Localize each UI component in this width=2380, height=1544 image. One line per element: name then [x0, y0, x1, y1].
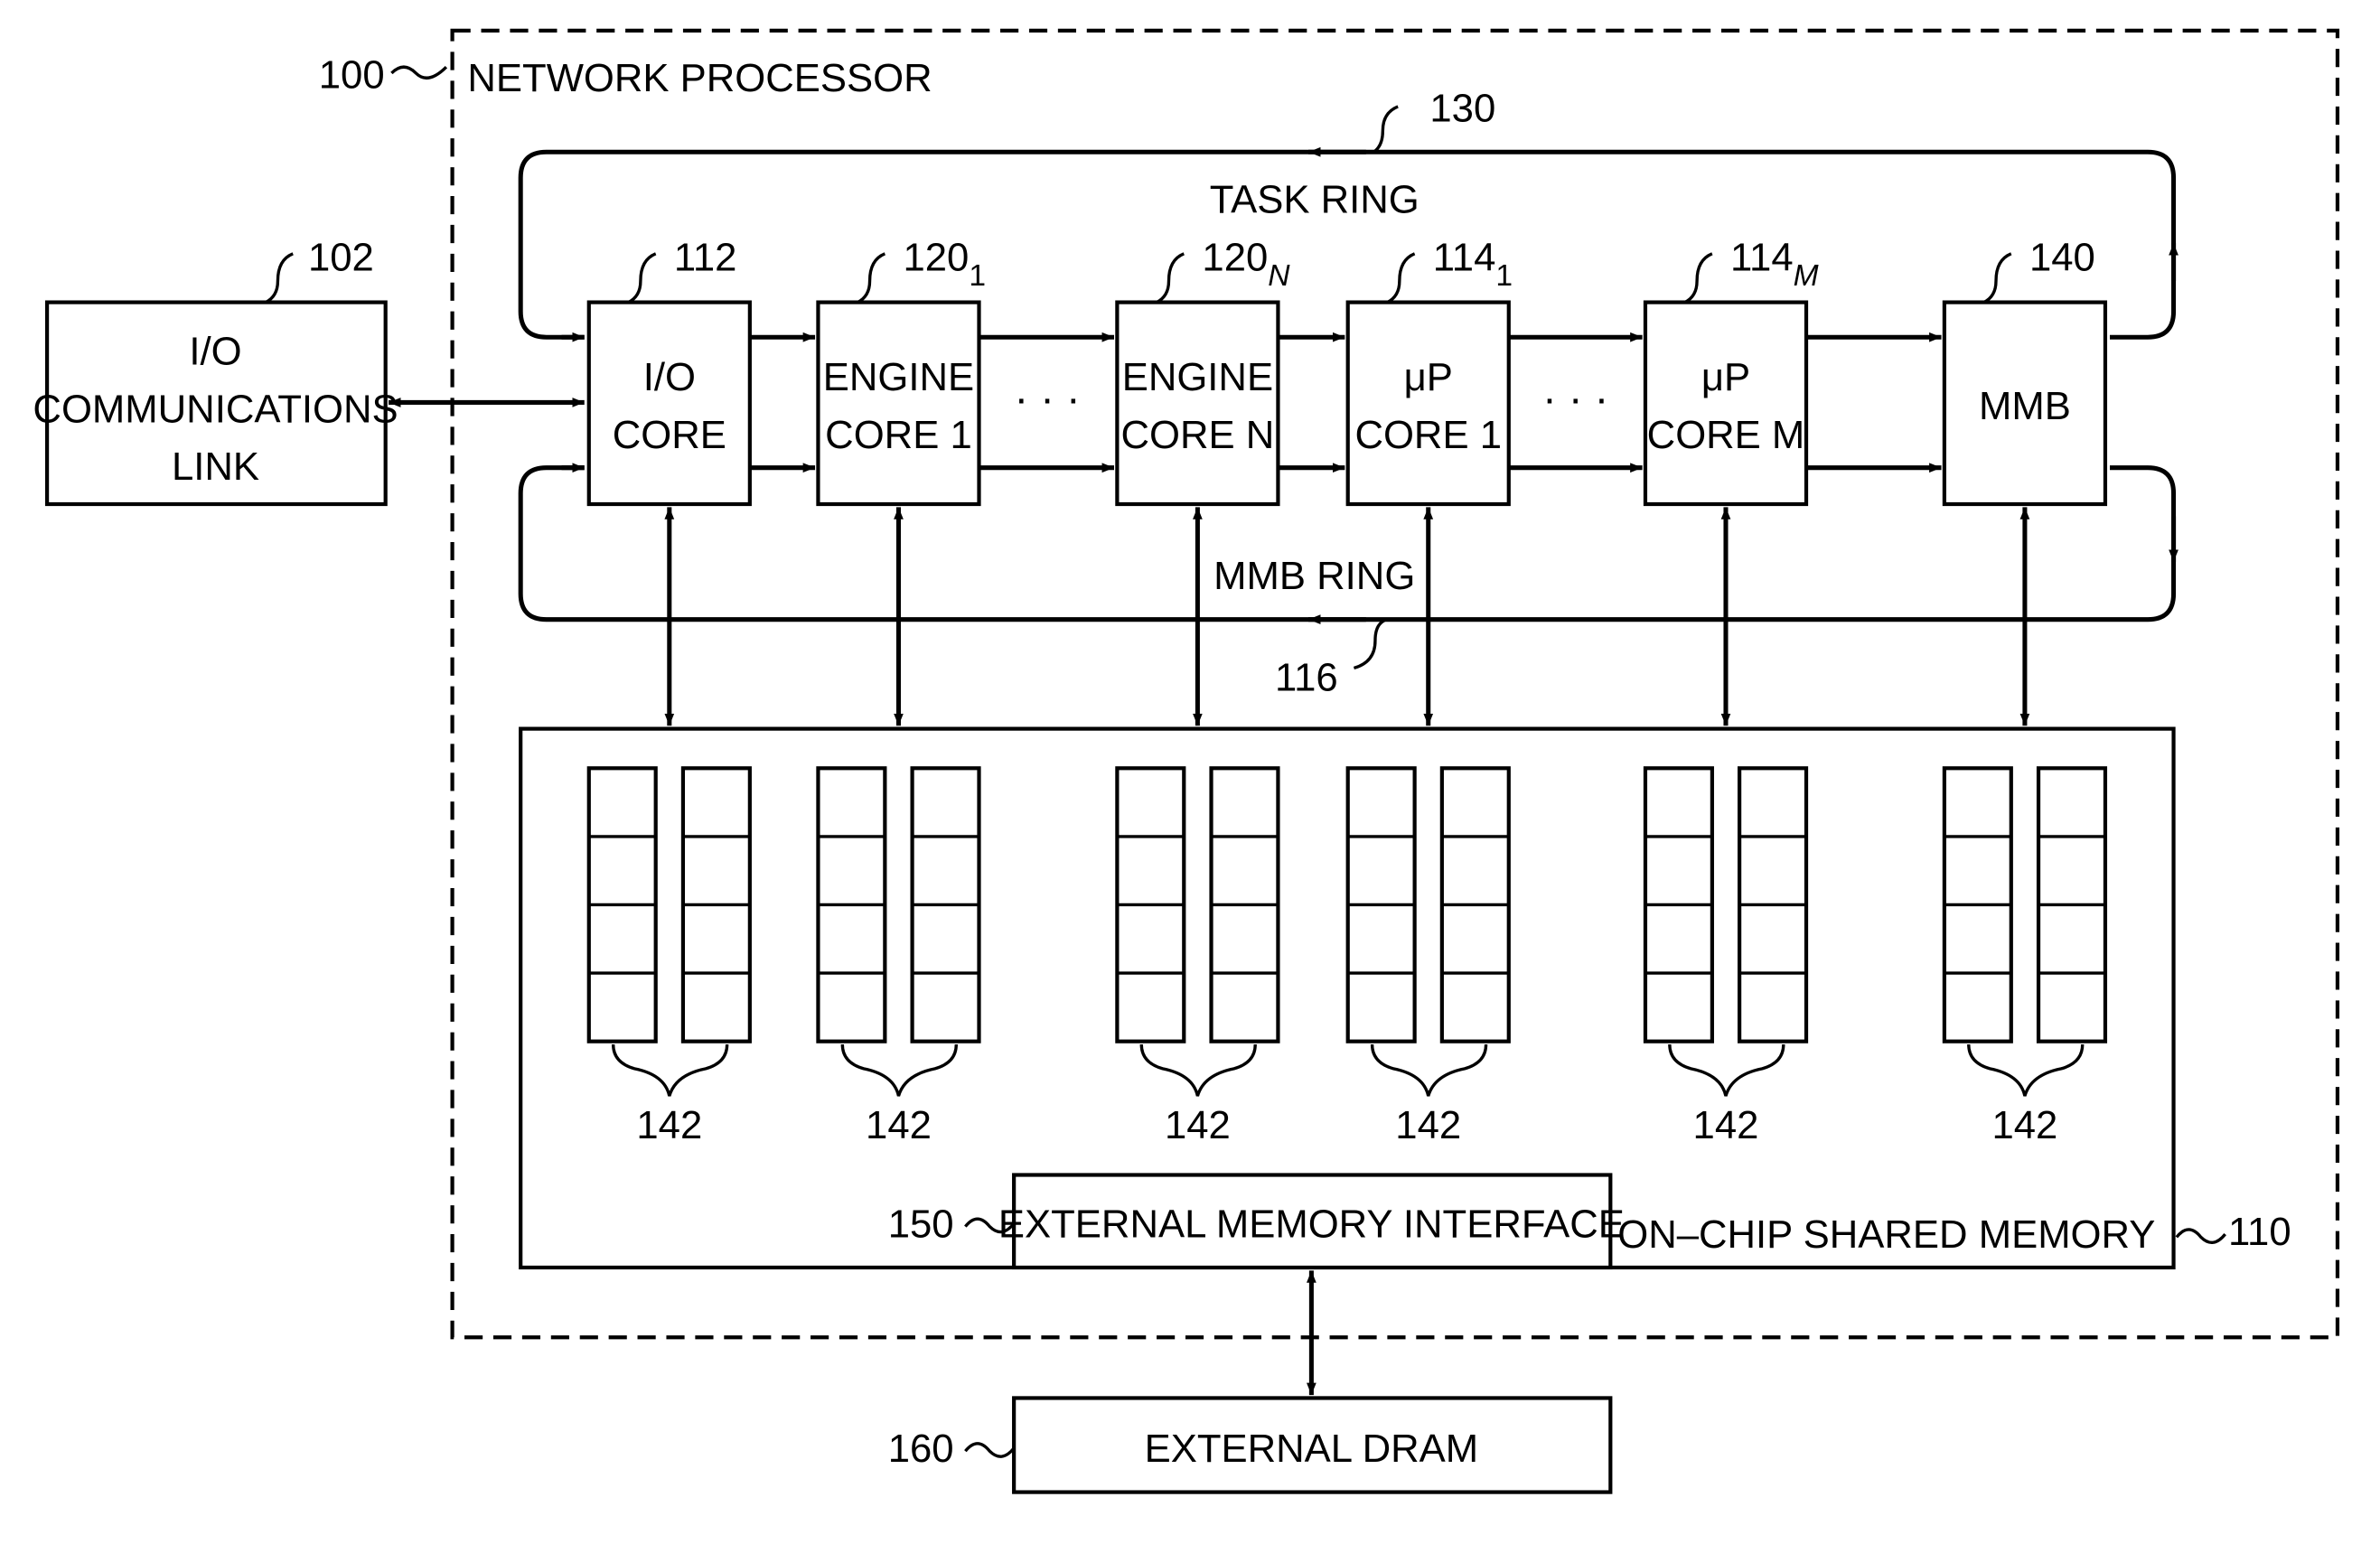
core-block: μP CORE 1 1141 — [1345, 235, 1643, 507]
core-label-line: CORE 1 — [825, 413, 972, 457]
leader-110 — [2175, 1228, 2226, 1244]
ref-116: 116 — [1275, 656, 1338, 700]
queue-column — [816, 766, 887, 1043]
queue-column — [1439, 766, 1511, 1043]
core-ref-subscript: N — [1268, 259, 1290, 293]
queue-ref-142: 142 — [1395, 1103, 1461, 1147]
core-label-line: MMB — [1979, 384, 2071, 428]
core-box — [1643, 300, 1809, 507]
ext-dram-label: EXTERNAL DRAM — [1145, 1427, 1479, 1471]
io-communications-link-block: I/O COMMUNICATIONS LINK 102 — [33, 235, 398, 507]
ref-100: 100 — [319, 53, 385, 98]
core-box — [586, 300, 752, 507]
ref-130: 130 — [1429, 87, 1495, 131]
core-leader — [1386, 252, 1416, 304]
core-block: MMB 140 — [1942, 235, 2108, 507]
core-block: ENGINE CORE N 120N — [1115, 235, 1345, 507]
queue-column — [910, 766, 981, 1043]
core-label-line: μP — [1701, 355, 1750, 399]
leader-102 — [265, 252, 294, 304]
core-ref: 114M — [1730, 235, 1819, 293]
task-ring-label: TASK RING — [1210, 177, 1420, 221]
core-leader — [1156, 252, 1185, 304]
ref-110: 110 — [2228, 1210, 2291, 1254]
queue-ref-142: 142 — [866, 1103, 932, 1147]
core-box — [1345, 300, 1511, 507]
core-ref: 1201 — [904, 235, 987, 293]
core-label-line: CORE M — [1647, 413, 1805, 457]
core-box — [816, 300, 981, 507]
queue-ref-142: 142 — [1991, 1103, 2057, 1147]
io-link-line-3: LINK — [172, 444, 259, 489]
up-cores-ellipsis: · · · — [1542, 374, 1608, 422]
core-ref-subscript: 1 — [1495, 259, 1513, 293]
ref-102: 102 — [308, 235, 374, 279]
core-label-line: CORE — [613, 413, 726, 457]
core-leader — [1982, 252, 2012, 304]
core-label-line: I/O — [643, 355, 696, 399]
queue-column — [1738, 766, 1809, 1043]
queue-column — [1643, 766, 1714, 1043]
leader-116 — [1353, 618, 1388, 670]
engine-cores-ellipsis: · · · — [1015, 374, 1081, 422]
network-processor-title: NETWORK PROCESSOR — [467, 56, 932, 100]
leader-100 — [390, 65, 448, 80]
ref-150: 150 — [888, 1202, 954, 1246]
core-ref-subscript: M — [1794, 259, 1819, 293]
core-box — [1115, 300, 1280, 507]
core-leader — [1683, 252, 1713, 304]
core-label-line: ENGINE — [1122, 355, 1273, 399]
core-leader — [857, 252, 886, 304]
queue-column — [680, 766, 752, 1043]
leader-160 — [964, 1442, 1016, 1458]
core-label-line: CORE 1 — [1354, 413, 1502, 457]
ref-160: 160 — [888, 1427, 954, 1471]
ext-mem-if-label: EXTERNAL MEMORY INTERFACE — [998, 1202, 1625, 1246]
core-ref: 140 — [2029, 235, 2095, 279]
queue-ref-142: 142 — [636, 1103, 702, 1147]
core-ref: 120N — [1202, 235, 1290, 293]
core-ref: 112 — [674, 235, 737, 279]
mmb-ring-label: MMB RING — [1213, 554, 1415, 598]
queue-column — [1345, 766, 1417, 1043]
core-row: I/O CORE 112 ENGINE CORE 1 1201 ENGINE CORE N 12… — [586, 235, 2108, 507]
core-block: ENGINE CORE 1 1201 — [816, 235, 1115, 507]
queue-column — [1942, 766, 2013, 1043]
leader-130 — [1373, 105, 1399, 154]
core-block: μP CORE M 114M — [1643, 235, 1942, 507]
core-block: I/O CORE 112 — [586, 235, 816, 507]
external-dram: EXTERNAL DRAM 160 — [888, 1396, 1613, 1494]
core-label-line: μP — [1404, 355, 1453, 399]
queue-column — [1115, 766, 1186, 1043]
shared-memory-label: ON–CHIP SHARED MEMORY — [1617, 1212, 2155, 1257]
core-label-line: ENGINE — [823, 355, 974, 399]
task-ring: TASK RING 130 — [518, 87, 2179, 342]
core-leader — [627, 252, 657, 304]
network-processor-diagram: 100 NETWORK PROCESSOR I/O COMMUNICATIONS… — [33, 28, 2340, 1494]
core-ref: 1141 — [1433, 235, 1513, 293]
core-ref-subscript: 1 — [969, 259, 986, 293]
queue-ref-142: 142 — [1693, 1103, 1759, 1147]
io-link-line-1: I/O — [189, 329, 241, 373]
queue-column — [2036, 766, 2108, 1043]
queue-column — [1209, 766, 1280, 1043]
queue-ref-142: 142 — [1165, 1103, 1231, 1147]
queue-column — [586, 766, 658, 1043]
core-label-line: CORE N — [1121, 413, 1275, 457]
io-link-line-2: COMMUNICATIONS — [33, 387, 398, 431]
